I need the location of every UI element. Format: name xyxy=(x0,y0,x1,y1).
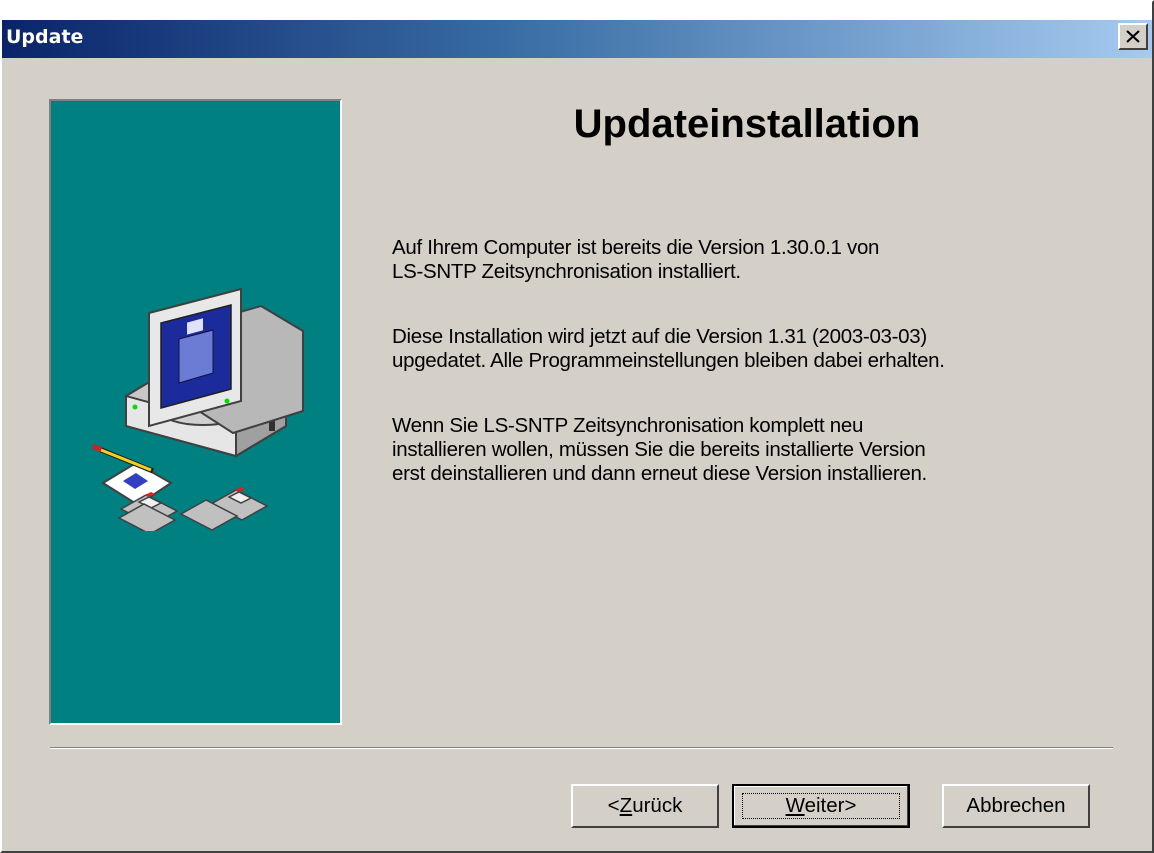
back-button-label: <Zurück xyxy=(607,794,683,817)
paragraph-line: upgedatet. Alle Programmeinstellungen bl… xyxy=(392,349,945,372)
info-paragraph-installed: Auf Ihrem Computer ist bereits die Versi… xyxy=(392,236,1132,284)
info-paragraph-reinstall: Wenn Sie LS-SNTP Zeitsynchronisation kom… xyxy=(392,414,1132,486)
cancel-button-label: Abbrechen xyxy=(966,794,1066,817)
update-dialog: Update Updateinstallation Auf Ihrem Comp… xyxy=(0,0,1154,853)
back-button[interactable]: <Zurück xyxy=(571,784,719,828)
paragraph-line: installieren wollen, müssen Sie die bere… xyxy=(392,438,926,461)
paragraph-line: Diese Installation wird jetzt auf die Ve… xyxy=(392,325,927,348)
page-heading: Updateinstallation xyxy=(573,102,921,146)
info-paragraph-update: Diese Installation wird jetzt auf die Ve… xyxy=(392,325,1132,373)
side-panel xyxy=(49,99,342,725)
window-title: Update xyxy=(6,26,84,48)
top-strip xyxy=(2,2,1152,20)
separator-line xyxy=(50,747,1113,749)
cancel-button[interactable]: Abbrechen xyxy=(942,784,1090,828)
paragraph-line: Wenn Sie LS-SNTP Zeitsynchronisation kom… xyxy=(392,414,864,437)
paragraph-line: Auf Ihrem Computer ist bereits die Versi… xyxy=(392,236,880,259)
paragraph-line: erst deinstallieren und dann erneut dies… xyxy=(392,462,927,485)
computer-with-disks-icon xyxy=(91,287,304,531)
close-button[interactable] xyxy=(1118,23,1148,50)
focus-rect xyxy=(742,793,900,819)
close-icon xyxy=(1126,30,1140,43)
paragraph-line: LS-SNTP Zeitsynchronisation installiert. xyxy=(392,260,741,283)
title-bar[interactable]: Update xyxy=(2,20,1152,58)
next-button[interactable]: Weiter> xyxy=(732,784,910,828)
